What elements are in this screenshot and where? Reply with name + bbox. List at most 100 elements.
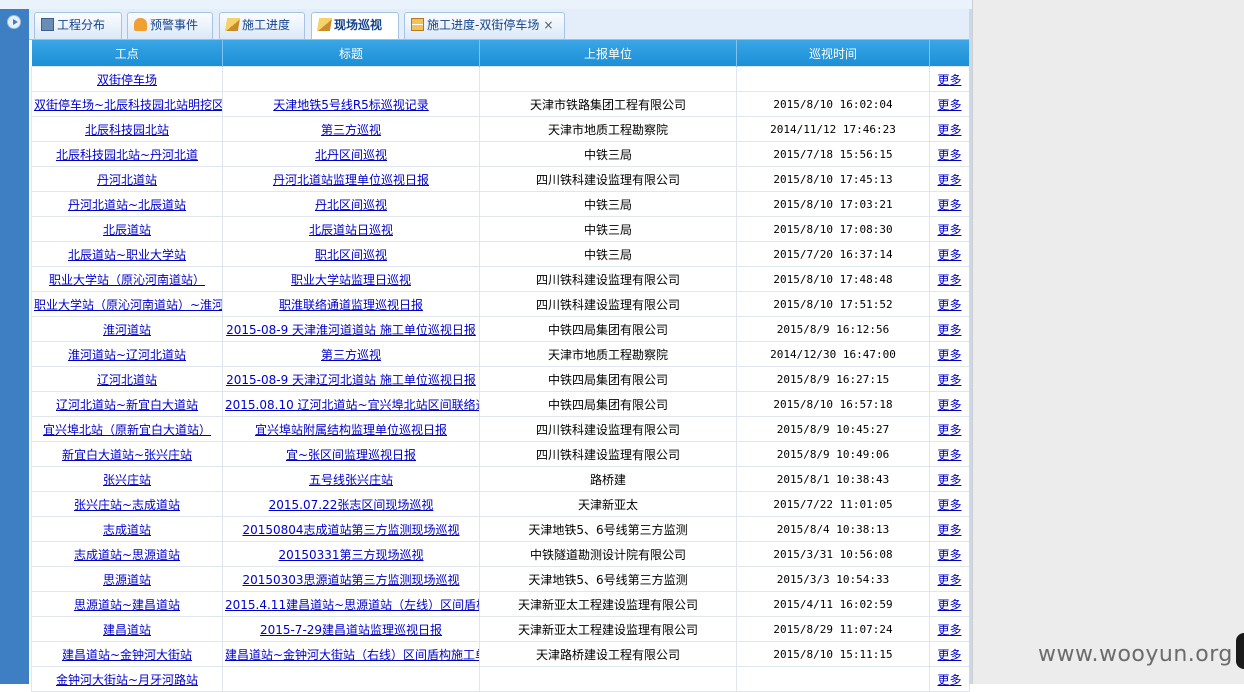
- more-link[interactable]: 更多: [937, 173, 961, 187]
- title-link[interactable]: 丹河北道站监理单位巡视日报: [273, 173, 429, 187]
- column-header-unit[interactable]: 上报单位: [479, 40, 737, 67]
- more-link[interactable]: 更多: [937, 498, 961, 512]
- close-icon[interactable]: ×: [543, 18, 553, 32]
- column-header-site[interactable]: 工点: [31, 40, 223, 67]
- unit-cell: 四川铁科建设监理有限公司: [479, 291, 737, 317]
- site-link[interactable]: 思源道站: [103, 573, 151, 587]
- more-link[interactable]: 更多: [937, 298, 961, 312]
- site-link[interactable]: 双街停车场: [97, 73, 157, 87]
- column-header-more: [929, 40, 970, 67]
- site-cell: 宜兴埠北站（原新宜白大道站）: [31, 416, 223, 442]
- more-link[interactable]: 更多: [937, 573, 961, 587]
- time-cell: [736, 666, 930, 692]
- title-link[interactable]: 2015.4.11建昌道站~思源道站（左线）区间盾构: [225, 598, 479, 612]
- more-link[interactable]: 更多: [937, 248, 961, 262]
- title-link[interactable]: 第三方巡视: [321, 123, 381, 137]
- title-link[interactable]: 五号线张兴庄站: [309, 473, 393, 487]
- more-link[interactable]: 更多: [937, 198, 961, 212]
- tab-site-inspection[interactable]: 现场巡视: [311, 12, 399, 39]
- site-link[interactable]: 思源道站~建昌道站: [74, 598, 180, 612]
- more-link[interactable]: 更多: [937, 673, 961, 687]
- tab-warning-events[interactable]: 预警事件: [127, 12, 213, 39]
- more-link[interactable]: 更多: [937, 98, 961, 112]
- more-link[interactable]: 更多: [937, 73, 961, 87]
- site-link[interactable]: 职业大学站（原沁河南道站）: [49, 273, 205, 287]
- title-link[interactable]: 宜兴埠站附属结构监理单位巡视日报: [255, 423, 447, 437]
- title-cell: 职北区间巡视: [222, 241, 480, 267]
- site-link[interactable]: 北辰道站~职业大学站: [68, 248, 186, 262]
- title-link[interactable]: 职淮联络通道监理巡视日报: [279, 298, 423, 312]
- table-row: 宜兴埠北站（原新宜白大道站） 宜兴埠站附属结构监理单位巡视日报 四川铁科建设监理有限…: [31, 416, 970, 442]
- site-link[interactable]: 淮河道站: [103, 323, 151, 337]
- site-link[interactable]: 辽河北道站: [97, 373, 157, 387]
- more-cell: 更多: [929, 616, 970, 642]
- more-link[interactable]: 更多: [937, 648, 961, 662]
- more-link[interactable]: 更多: [937, 348, 961, 362]
- title-link[interactable]: 北丹区间巡视: [315, 148, 387, 162]
- unit-cell: 天津地铁5、6号线第三方监测: [479, 566, 737, 592]
- more-link[interactable]: 更多: [937, 523, 961, 537]
- more-link[interactable]: 更多: [937, 148, 961, 162]
- more-link[interactable]: 更多: [937, 123, 961, 137]
- more-link[interactable]: 更多: [937, 398, 961, 412]
- unit-cell: 中铁三局: [479, 141, 737, 167]
- title-link[interactable]: 20150804志成道站第三方监测现场巡视: [242, 523, 459, 537]
- unit-cell: 天津新亚太工程建设监理有限公司: [479, 616, 737, 642]
- more-link[interactable]: 更多: [937, 548, 961, 562]
- site-link[interactable]: 志成道站: [103, 523, 151, 537]
- title-link[interactable]: 北辰道站日巡视: [309, 223, 393, 237]
- site-link[interactable]: 北辰科技园北站: [85, 123, 169, 137]
- title-link[interactable]: 职北区间巡视: [315, 248, 387, 262]
- site-link[interactable]: 张兴庄站~志成道站: [74, 498, 180, 512]
- site-link[interactable]: 新宜白大道站~张兴庄站: [62, 448, 192, 462]
- title-link[interactable]: 2015.07.22张志区间现场巡视: [269, 498, 434, 512]
- site-link[interactable]: 金钟河大街站~月牙河路站: [56, 673, 198, 687]
- site-link[interactable]: 张兴庄站: [103, 473, 151, 487]
- site-link[interactable]: 建昌道站~金钟河大街站: [62, 648, 192, 662]
- more-link[interactable]: 更多: [937, 273, 961, 287]
- expand-sidebar-icon[interactable]: [7, 15, 21, 29]
- site-link[interactable]: 志成道站~思源道站: [74, 548, 180, 562]
- tab-construction-progress[interactable]: 施工进度: [219, 12, 305, 39]
- more-link[interactable]: 更多: [937, 598, 961, 612]
- more-link[interactable]: 更多: [937, 223, 961, 237]
- title-link[interactable]: 天津地铁5号线R5标巡视记录: [273, 98, 429, 112]
- title-link[interactable]: 20150303思源道站第三方监测现场巡视: [242, 573, 459, 587]
- document-icon: [41, 18, 54, 31]
- column-header-time[interactable]: 巡视时间: [736, 40, 930, 67]
- more-link[interactable]: 更多: [937, 473, 961, 487]
- site-link[interactable]: 北辰科技园北站~丹河北道: [56, 148, 198, 162]
- site-link[interactable]: 职业大学站（原沁河南道站）~淮河: [34, 298, 222, 312]
- title-link[interactable]: 2015.08.10 辽河北道站~宜兴埠北站区间联络通: [225, 398, 479, 412]
- title-cell: 北辰道站日巡视: [222, 216, 480, 242]
- more-link[interactable]: 更多: [937, 623, 961, 637]
- site-link[interactable]: 淮河道站~辽河北道站: [68, 348, 186, 362]
- more-link[interactable]: 更多: [937, 323, 961, 337]
- more-link[interactable]: 更多: [937, 423, 961, 437]
- title-link[interactable]: 2015-08-9 天津辽河北道站 施工单位巡视日报: [226, 373, 476, 387]
- site-link[interactable]: 建昌道站: [103, 623, 151, 637]
- site-link[interactable]: 丹河北道站~北辰道站: [68, 198, 186, 212]
- title-link[interactable]: 2015-08-9 天津淮河道道站 施工单位巡视日报: [226, 323, 476, 337]
- site-link[interactable]: 双街停车场~北辰科技园北站明挖区: [34, 98, 222, 112]
- more-link[interactable]: 更多: [937, 373, 961, 387]
- title-link[interactable]: 第三方巡视: [321, 348, 381, 362]
- title-link[interactable]: 宜~张区间监理巡视日报: [286, 448, 416, 462]
- site-link[interactable]: 北辰道站: [103, 223, 151, 237]
- time-cell: 2015/8/10 17:51:52: [736, 291, 930, 317]
- tab-progress-shuangjie[interactable]: 施工进度-双街停车场 ×: [404, 12, 565, 39]
- title-link[interactable]: 建昌道站~金钟河大街站（右线）区间盾构施工单: [225, 648, 479, 662]
- site-link[interactable]: 宜兴埠北站（原新宜白大道站）: [43, 423, 211, 437]
- title-link[interactable]: 职业大学站监理日巡视: [291, 273, 411, 287]
- column-header-title[interactable]: 标题: [222, 40, 480, 67]
- more-cell: 更多: [929, 216, 970, 242]
- title-link[interactable]: 丹北区间巡视: [315, 198, 387, 212]
- site-link[interactable]: 丹河北道站: [97, 173, 157, 187]
- tab-project-distribution[interactable]: 工程分布: [34, 12, 122, 39]
- title-link[interactable]: 20150331第三方现场巡视: [278, 548, 423, 562]
- title-link[interactable]: 2015-7-29建昌道站监理巡视日报: [260, 623, 442, 637]
- more-link[interactable]: 更多: [937, 448, 961, 462]
- unit-cell: [479, 66, 737, 92]
- site-link[interactable]: 辽河北道站~新宜白大道站: [56, 398, 198, 412]
- tab-label: 预警事件: [150, 18, 199, 32]
